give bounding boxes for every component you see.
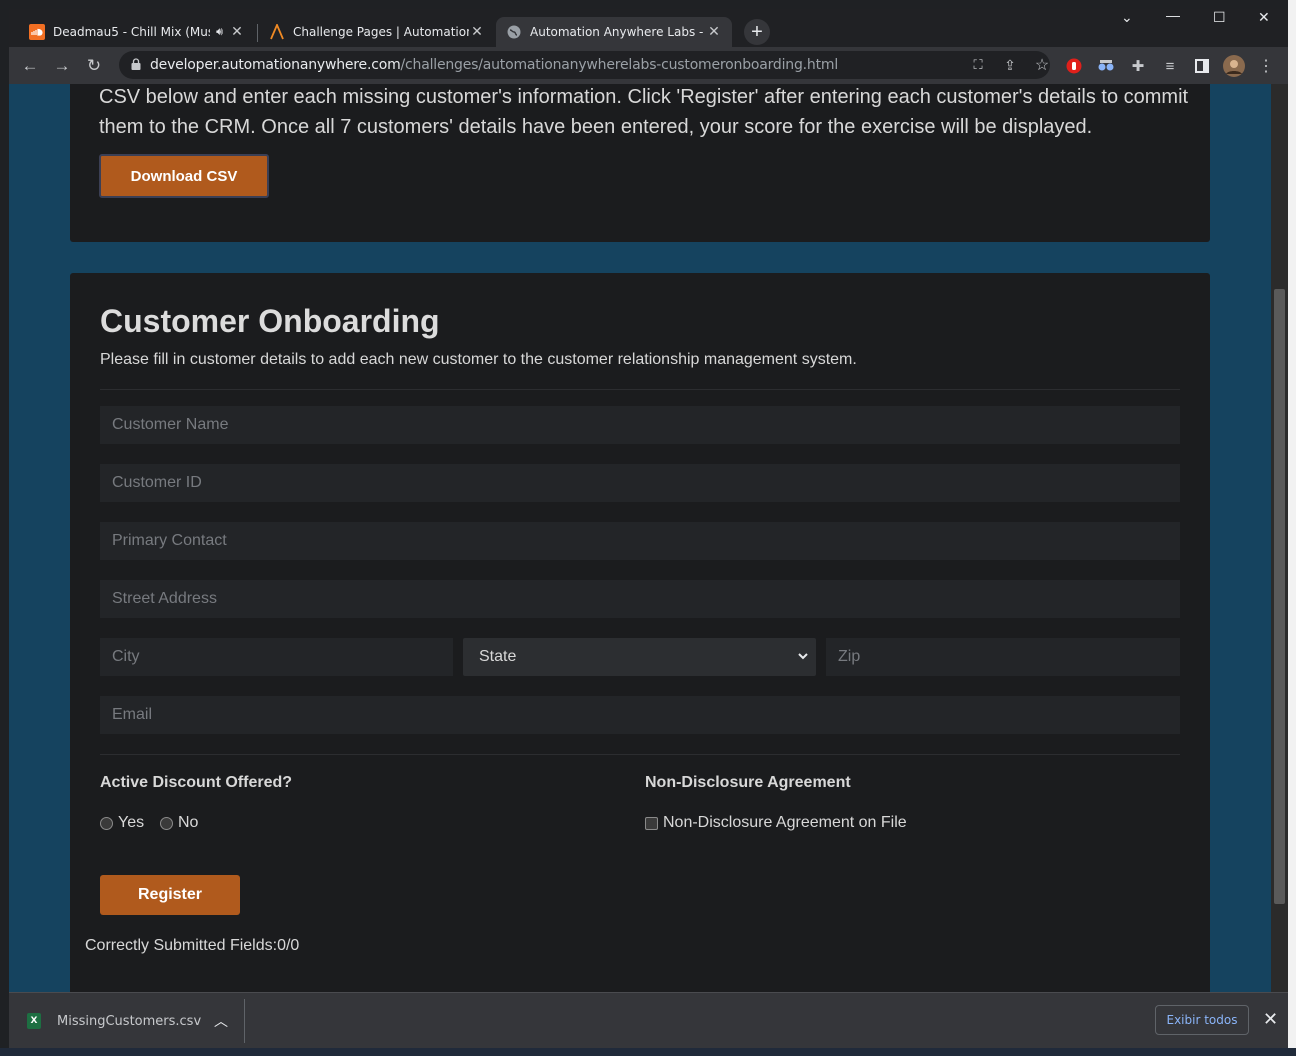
side-panel-icon[interactable] (1191, 55, 1213, 77)
divider (100, 754, 1180, 755)
minimize-icon[interactable]: — (1166, 9, 1180, 23)
close-tab-icon[interactable]: ✕ (706, 24, 722, 40)
automation-anywhere-logo-icon (269, 24, 285, 40)
download-filename: MissingCustomers.csv (57, 1013, 202, 1029)
tab-title: Automation Anywhere Labs - Cus (530, 25, 706, 39)
tab-customer-onboarding[interactable]: Automation Anywhere Labs - Cus ✕ (496, 17, 732, 47)
instructions-card: CSV below and enter each missing custome… (70, 84, 1210, 242)
download-item[interactable]: X MissingCustomers.csv (27, 1013, 201, 1029)
audio-playing-icon[interactable]: 🔊︎ (216, 25, 223, 39)
customer-name-input[interactable] (100, 406, 1180, 444)
extensions-puzzle-icon[interactable]: ✚ (1127, 55, 1149, 77)
close-window-icon[interactable]: ✕ (1258, 9, 1270, 25)
translate-icon[interactable]: ⛶ (967, 54, 989, 76)
discount-yes-label: Yes (118, 814, 145, 831)
discount-label: Active Discount Offered? (100, 774, 293, 791)
chevron-up-icon[interactable]: ︿ (214, 1011, 228, 1031)
address-bar[interactable]: developer.automationanywhere.com/challen… (119, 51, 1050, 79)
url-text[interactable]: developer.automationanywhere.com/challen… (150, 57, 838, 73)
taskbar-strip (0, 1048, 1296, 1056)
lock-icon[interactable] (131, 58, 141, 70)
profile-avatar[interactable] (1223, 55, 1245, 77)
excel-file-icon: X (27, 1013, 41, 1029)
adblock-extension-icon[interactable] (1063, 55, 1085, 77)
desktop-background-right (1288, 0, 1296, 1056)
divider (244, 999, 245, 1043)
nda-option[interactable]: Non-Disclosure Agreement on File (645, 814, 907, 832)
close-download-bar-icon[interactable]: ✕ (1263, 1009, 1278, 1030)
tab-title: Challenge Pages | Automation Ar (293, 25, 469, 39)
tab-soundcloud[interactable]: Deadmau5 - Chill Mix (Music 🔊︎ ✕ (19, 17, 255, 47)
state-select-value: State (479, 648, 517, 665)
discount-no-label: No (178, 814, 199, 831)
maximize-icon[interactable]: ☐ (1213, 9, 1226, 25)
instructions-text: CSV below and enter each missing custome… (99, 86, 1189, 138)
media-queue-icon[interactable]: ≡ (1159, 55, 1181, 77)
more-menu-icon[interactable]: ⋮ (1255, 55, 1277, 77)
discount-no-radio[interactable] (160, 816, 173, 830)
discount-yes-option[interactable]: Yes (100, 814, 144, 832)
state-select[interactable]: State (463, 638, 816, 676)
close-tab-icon[interactable]: ✕ (229, 24, 245, 40)
tab-challenge-pages[interactable]: Challenge Pages | Automation Ar ✕ (259, 17, 495, 47)
form-description: Please fill in customer details to add e… (100, 351, 857, 368)
customer-onboarding-card: Customer Onboarding Please fill in custo… (70, 273, 1210, 992)
scrollbar-thumb[interactable] (1274, 289, 1285, 904)
new-tab-button[interactable]: + (744, 19, 770, 45)
zip-input[interactable] (826, 638, 1180, 676)
soundcloud-icon (29, 24, 45, 40)
discount-no-option[interactable]: No (160, 814, 198, 832)
tab-strip: Deadmau5 - Chill Mix (Music 🔊︎ ✕ Challen… (9, 9, 1288, 47)
tab-separator (257, 24, 258, 42)
back-arrow-icon[interactable]: ← (19, 55, 41, 77)
share-icon[interactable]: ⇪ (999, 54, 1021, 76)
download-bar: X MissingCustomers.csv ︿ Exibir todos ✕ (9, 992, 1288, 1048)
email-input[interactable] (100, 696, 1180, 734)
tab-search-chevron-icon[interactable]: ⌄ (1121, 9, 1133, 25)
browser-toolbar: ← → ↻ developer.automationanywhere.com/c… (9, 47, 1288, 84)
bookmark-star-icon[interactable]: ☆ (1031, 54, 1053, 76)
download-csv-button[interactable]: Download CSV (99, 154, 269, 198)
chevron-down-icon (798, 653, 808, 660)
page-scrollbar[interactable] (1271, 84, 1288, 992)
show-all-downloads-button[interactable]: Exibir todos (1155, 1005, 1249, 1035)
customer-id-input[interactable] (100, 464, 1180, 502)
page-viewport: CSV below and enter each missing custome… (9, 84, 1271, 992)
nda-checkbox-label: Non-Disclosure Agreement on File (663, 814, 907, 831)
nda-label: Non-Disclosure Agreement (645, 774, 851, 791)
spy-extension-icon[interactable] (1095, 55, 1117, 77)
close-tab-icon[interactable]: ✕ (469, 24, 485, 40)
reload-icon[interactable]: ↻ (83, 55, 105, 77)
primary-contact-input[interactable] (100, 522, 1180, 560)
globe-icon (506, 24, 522, 40)
page-title: Customer Onboarding (100, 303, 440, 339)
register-button[interactable]: Register (100, 875, 240, 915)
browser-window: Deadmau5 - Chill Mix (Music 🔊︎ ✕ Challen… (9, 9, 1288, 1048)
submission-status: Correctly Submitted Fields:0/0 (85, 937, 300, 954)
forward-arrow-icon[interactable]: → (51, 55, 73, 77)
nda-checkbox[interactable] (645, 816, 658, 830)
street-address-input[interactable] (100, 580, 1180, 618)
tab-title: Deadmau5 - Chill Mix (Music (53, 25, 211, 39)
divider (100, 389, 1180, 390)
discount-yes-radio[interactable] (100, 816, 113, 830)
city-input[interactable] (100, 638, 453, 676)
